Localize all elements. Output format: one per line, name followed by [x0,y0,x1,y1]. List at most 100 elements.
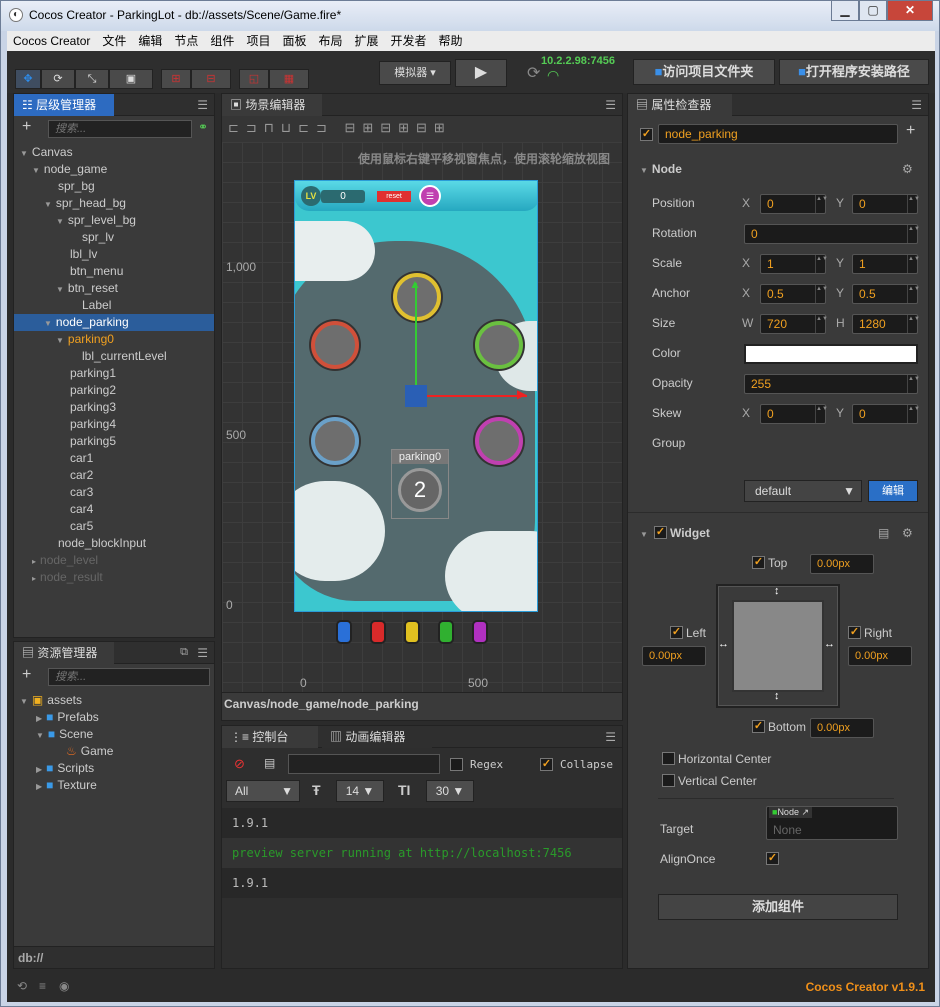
expand-arrow-icon[interactable]: ▼ [36,731,44,740]
stepper-icon[interactable]: ▲▼ [907,375,920,393]
regex-checkbox[interactable] [450,758,463,771]
tree-item[interactable]: parking3 [56,399,116,416]
tree-item[interactable]: parking4 [56,416,116,433]
pivot-button[interactable]: ⊞ [161,69,191,89]
align-toolbar[interactable]: ⊏⊐⊓⊔⊏⊐ ⊟⊞⊟⊞⊟⊞ [222,116,622,142]
play-button[interactable]: ▶ [455,59,507,87]
add-component-button[interactable]: 添加组件 [658,894,898,920]
left-checkbox[interactable]: ✓ [670,626,683,639]
widget-enabled-checkbox[interactable]: ✓ [654,526,667,539]
maximize-button[interactable]: ▢ [859,1,887,21]
node-name-input[interactable]: node_parking [658,124,898,144]
console-menu-icon[interactable]: ☰ [605,730,616,744]
refresh-icon[interactable]: ⟳ [527,63,540,83]
widget-gear-icon[interactable]: ⚙ [902,526,913,540]
tree-item[interactable]: spr_lv [68,229,114,246]
open-install-path-button[interactable]: ■打开程序安装路径 [779,59,929,85]
parking-ring[interactable] [311,417,359,465]
stepper-icon[interactable]: ▲▼ [815,195,828,213]
stepper-icon[interactable]: ▲▼ [907,285,920,303]
assets-search-input[interactable]: 搜索... [48,668,210,686]
asset-item[interactable]: ▶ ■ Scripts [36,760,94,777]
assets-menu-icon[interactable]: ☰ [197,646,208,660]
tree-item[interactable]: ▼ node_parking [44,314,129,331]
top-checkbox[interactable]: ✓ [752,556,765,569]
console-filter-input[interactable] [288,754,440,774]
tree-item[interactable]: ▼ btn_reset [56,280,118,297]
gizmo-center[interactable] [405,385,427,407]
tree-item[interactable]: parking2 [56,382,116,399]
inspector-menu-icon[interactable]: ☰ [911,98,922,112]
gizmo-y-axis[interactable] [415,283,417,393]
expand-arrow-icon[interactable]: ▶ [36,714,42,723]
tree-item[interactable]: ▸ node_result [32,569,103,586]
opacity-input[interactable]: 255 ▲▼ [744,374,920,394]
tab-inspector[interactable]: ▤ 属性检查器 [628,94,732,116]
popout-icon[interactable]: ⧉ [180,646,188,659]
hierarchy-menu-icon[interactable]: ☰ [197,98,208,112]
open-project-folder-button[interactable]: ■访问项目文件夹 [633,59,775,85]
menu-item[interactable]: 项目 [240,31,276,51]
gear-icon[interactable]: ⚙ [902,162,913,176]
add-asset-icon[interactable]: + [22,666,31,684]
color-swatch[interactable] [744,344,918,364]
left-input[interactable]: 0.00px [642,646,706,666]
scene-viewport[interactable]: 使用鼠标右键平移视窗焦点，使用滚轮缩放视图 1,000 500 0 0 500 … [222,142,622,692]
rotate-tool-button[interactable]: ⟳ [41,69,75,89]
close-button[interactable]: ✕ [887,1,933,21]
expand-arrow-icon[interactable]: ▶ [36,765,42,774]
menu-item[interactable]: 帮助 [433,31,469,51]
tab-hierarchy[interactable]: ☷ 层级管理器 [14,94,114,116]
tree-item[interactable]: parking1 [56,365,116,382]
expand-arrow-icon[interactable]: ▼ [56,217,64,226]
menu-item[interactable]: 开发者 [385,31,433,51]
tree-item[interactable]: Label [68,297,111,314]
add-node-icon[interactable]: + [22,118,31,136]
add-icon[interactable]: + [906,122,915,140]
menu-item[interactable]: 文件 [96,31,132,51]
menu-item[interactable]: 布局 [312,31,348,51]
bottom-input[interactable]: 0.00px [810,718,874,738]
asset-item[interactable]: ▶ ■ Prefabs [36,709,99,726]
tab-console[interactable]: ⋮≡ 控制台 [222,726,318,748]
game-canvas[interactable]: LV 0 reset ☰ parking0 2 ▲ ▶ [294,180,538,612]
eye-icon[interactable]: ◉ [59,979,69,993]
tree-item[interactable]: ▸ node_level [32,552,98,569]
gizmo-button[interactable]: ▦ [269,69,309,89]
database-icon[interactable]: ≡ [39,979,46,993]
size-h-input[interactable]: 1280 ▲▼ [852,314,920,334]
stepper-icon[interactable]: ▲▼ [907,195,920,213]
tab-animation[interactable]: ▥ 动画编辑器 [322,726,432,748]
link-icon[interactable]: ⚭ [198,120,208,134]
tree-item[interactable]: ▼ Canvas [20,144,73,161]
target-field[interactable]: ■Node ↗ None [766,806,898,840]
platform-select[interactable]: 模拟器 ▾ [379,61,451,85]
node-active-checkbox[interactable]: ✓ [640,128,653,141]
book-icon[interactable]: ▤ [878,526,889,540]
expand-arrow-icon[interactable]: ▶ [36,782,42,791]
tree-item[interactable]: car2 [56,467,93,484]
car-sprite[interactable] [438,620,454,644]
clear-icon[interactable]: ⊘ [234,756,245,772]
top-input[interactable]: 0.00px [810,554,874,574]
tree-item[interactable]: car3 [56,484,93,501]
asset-item[interactable]: ▼ ■ Scene [36,726,93,743]
parking-ring[interactable] [311,321,359,369]
snap-button[interactable]: ◱ [239,69,269,89]
menu-item[interactable]: 编辑 [132,31,168,51]
position-x-input[interactable]: 0 ▲▼ [760,194,828,214]
stepper-icon[interactable]: ▲▼ [815,315,828,333]
stepper-icon[interactable]: ▲▼ [907,405,920,423]
tree-item[interactable]: node_blockInput [44,535,146,552]
stepper-icon[interactable]: ▲▼ [907,255,920,273]
car-sprite[interactable] [370,620,386,644]
open-log-icon[interactable]: ▤ [264,756,275,770]
stepper-icon[interactable]: ▲▼ [907,225,920,243]
asset-item[interactable]: ▶ ■ Texture [36,777,97,794]
anchor-y-input[interactable]: 0.5 ▲▼ [852,284,920,304]
tree-item[interactable]: btn_menu [56,263,123,280]
tree-item[interactable]: ▼ spr_level_bg [56,212,136,229]
bottom-checkbox[interactable]: ✓ [752,720,765,733]
expand-arrow-icon[interactable]: ▸ [32,557,36,566]
scale-x-input[interactable]: 1 ▲▼ [760,254,828,274]
